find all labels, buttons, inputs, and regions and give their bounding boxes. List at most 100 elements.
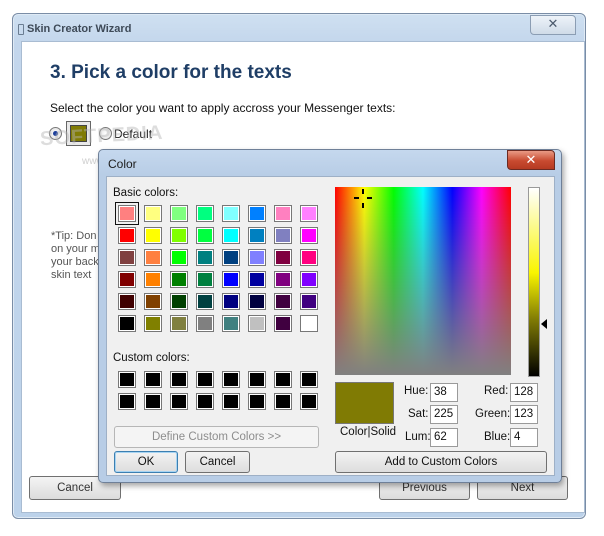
basic-color-swatch[interactable] — [248, 249, 266, 266]
basic-color-swatch[interactable] — [300, 205, 318, 222]
basic-color-swatch[interactable] — [300, 293, 318, 310]
custom-color-swatch[interactable] — [222, 371, 240, 388]
basic-color-swatch[interactable] — [196, 249, 214, 266]
close-icon: ✕ — [547, 16, 559, 31]
crosshair-icon — [362, 189, 364, 194]
basic-color-swatch[interactable] — [248, 271, 266, 288]
basic-color-swatch[interactable] — [196, 271, 214, 288]
tip-line: on your m — [51, 243, 100, 255]
blue-field[interactable]: 4 — [510, 428, 538, 447]
basic-color-swatch[interactable] — [222, 315, 240, 332]
luminosity-arrow-icon[interactable] — [541, 319, 547, 329]
custom-color-swatch[interactable] — [118, 371, 136, 388]
basic-color-swatch[interactable] — [118, 271, 136, 288]
basic-color-swatch[interactable] — [248, 227, 266, 244]
green-field[interactable]: 123 — [510, 405, 538, 424]
basic-color-swatch[interactable] — [274, 293, 292, 310]
basic-color-swatch[interactable] — [300, 315, 318, 332]
basic-color-swatch[interactable] — [118, 227, 136, 244]
color-dialog-title: Color — [108, 157, 137, 171]
custom-color-swatch[interactable] — [118, 393, 136, 410]
custom-color-swatch[interactable] — [144, 371, 162, 388]
close-icon: ✕ — [525, 152, 537, 167]
color-dialog-close-button[interactable]: ✕ — [507, 150, 555, 170]
color-spectrum[interactable] — [335, 187, 511, 375]
basic-color-swatch[interactable] — [222, 205, 240, 222]
define-custom-colors-button[interactable]: Define Custom Colors >> — [114, 426, 319, 448]
basic-color-swatch[interactable] — [248, 293, 266, 310]
basic-color-swatch[interactable] — [170, 315, 188, 332]
wizard-close-button[interactable]: ✕ — [530, 15, 576, 35]
basic-color-swatch[interactable] — [144, 293, 162, 310]
wizard-title-text: Skin Creator Wizard — [27, 23, 132, 35]
custom-color-swatch[interactable] — [170, 371, 188, 388]
basic-color-swatch[interactable] — [170, 205, 188, 222]
custom-color-swatch[interactable] — [196, 393, 214, 410]
ok-button[interactable]: OK — [114, 451, 178, 473]
basic-color-swatch[interactable] — [196, 205, 214, 222]
wizard-title: Skin Creator Wizard — [18, 23, 132, 35]
basic-color-swatch[interactable] — [144, 249, 162, 266]
green-label: Green: — [475, 408, 511, 420]
color-preview — [335, 382, 394, 424]
custom-color-swatch[interactable] — [300, 371, 318, 388]
basic-color-swatch[interactable] — [222, 227, 240, 244]
basic-color-swatch[interactable] — [144, 205, 162, 222]
basic-color-swatch[interactable] — [300, 271, 318, 288]
custom-color-swatch[interactable] — [300, 393, 318, 410]
custom-color-swatch[interactable] — [170, 393, 188, 410]
basic-color-swatch[interactable] — [118, 315, 136, 332]
custom-color-swatch[interactable] — [144, 393, 162, 410]
custom-color-swatch[interactable] — [248, 393, 266, 410]
step-description: Select the color you want to apply accro… — [50, 101, 396, 115]
cancel-button[interactable]: Cancel — [185, 451, 250, 473]
custom-color-swatch[interactable] — [222, 393, 240, 410]
basic-color-swatch[interactable] — [222, 293, 240, 310]
basic-color-swatch[interactable] — [196, 293, 214, 310]
basic-colors-label: Basic colors: — [113, 187, 179, 199]
add-to-custom-colors-button[interactable]: Add to Custom Colors — [335, 451, 547, 473]
blue-label: Blue: — [484, 431, 511, 443]
basic-color-swatch[interactable] — [274, 315, 292, 332]
basic-color-swatch[interactable] — [170, 293, 188, 310]
basic-color-swatch[interactable] — [170, 249, 188, 266]
basic-color-swatch[interactable] — [196, 227, 214, 244]
basic-color-swatch[interactable] — [144, 271, 162, 288]
step-heading: 3. Pick a color for the texts — [50, 62, 292, 83]
basic-color-swatch[interactable] — [274, 205, 292, 222]
basic-color-swatch[interactable] — [248, 205, 266, 222]
crosshair-icon — [362, 203, 364, 208]
basic-color-swatch[interactable] — [170, 227, 188, 244]
basic-color-swatch[interactable] — [196, 315, 214, 332]
custom-color-swatch[interactable] — [196, 371, 214, 388]
basic-color-swatch[interactable] — [222, 271, 240, 288]
basic-color-swatch[interactable] — [248, 315, 266, 332]
hue-field[interactable]: 38 — [430, 383, 458, 402]
app-icon — [18, 24, 24, 35]
basic-color-swatch[interactable] — [274, 249, 292, 266]
custom-color-swatch[interactable] — [274, 371, 292, 388]
color-solid-label: Color|Solid — [340, 426, 397, 438]
basic-color-swatch[interactable] — [222, 249, 240, 266]
sat-field[interactable]: 225 — [430, 405, 458, 424]
basic-color-swatch[interactable] — [118, 249, 136, 266]
basic-color-swatch[interactable] — [118, 293, 136, 310]
sat-label: Sat: — [408, 408, 429, 420]
basic-color-swatch[interactable] — [144, 227, 162, 244]
custom-color-swatch[interactable] — [274, 393, 292, 410]
basic-color-swatch[interactable] — [144, 315, 162, 332]
lum-field[interactable]: 62 — [430, 428, 458, 447]
tip-text: *Tip: Don on your m your back skin text — [51, 230, 101, 282]
hue-label: Hue: — [404, 385, 429, 397]
custom-colors-label: Custom colors: — [113, 352, 190, 364]
luminosity-slider[interactable] — [528, 187, 540, 377]
basic-color-swatch[interactable] — [115, 202, 139, 225]
custom-color-swatch[interactable] — [248, 371, 266, 388]
basic-color-swatch[interactable] — [274, 227, 292, 244]
basic-color-swatch[interactable] — [274, 271, 292, 288]
basic-color-swatch[interactable] — [170, 271, 188, 288]
basic-color-swatch[interactable] — [300, 227, 318, 244]
tip-line: your back — [51, 256, 99, 268]
basic-color-swatch[interactable] — [300, 249, 318, 266]
red-field[interactable]: 128 — [510, 383, 538, 402]
